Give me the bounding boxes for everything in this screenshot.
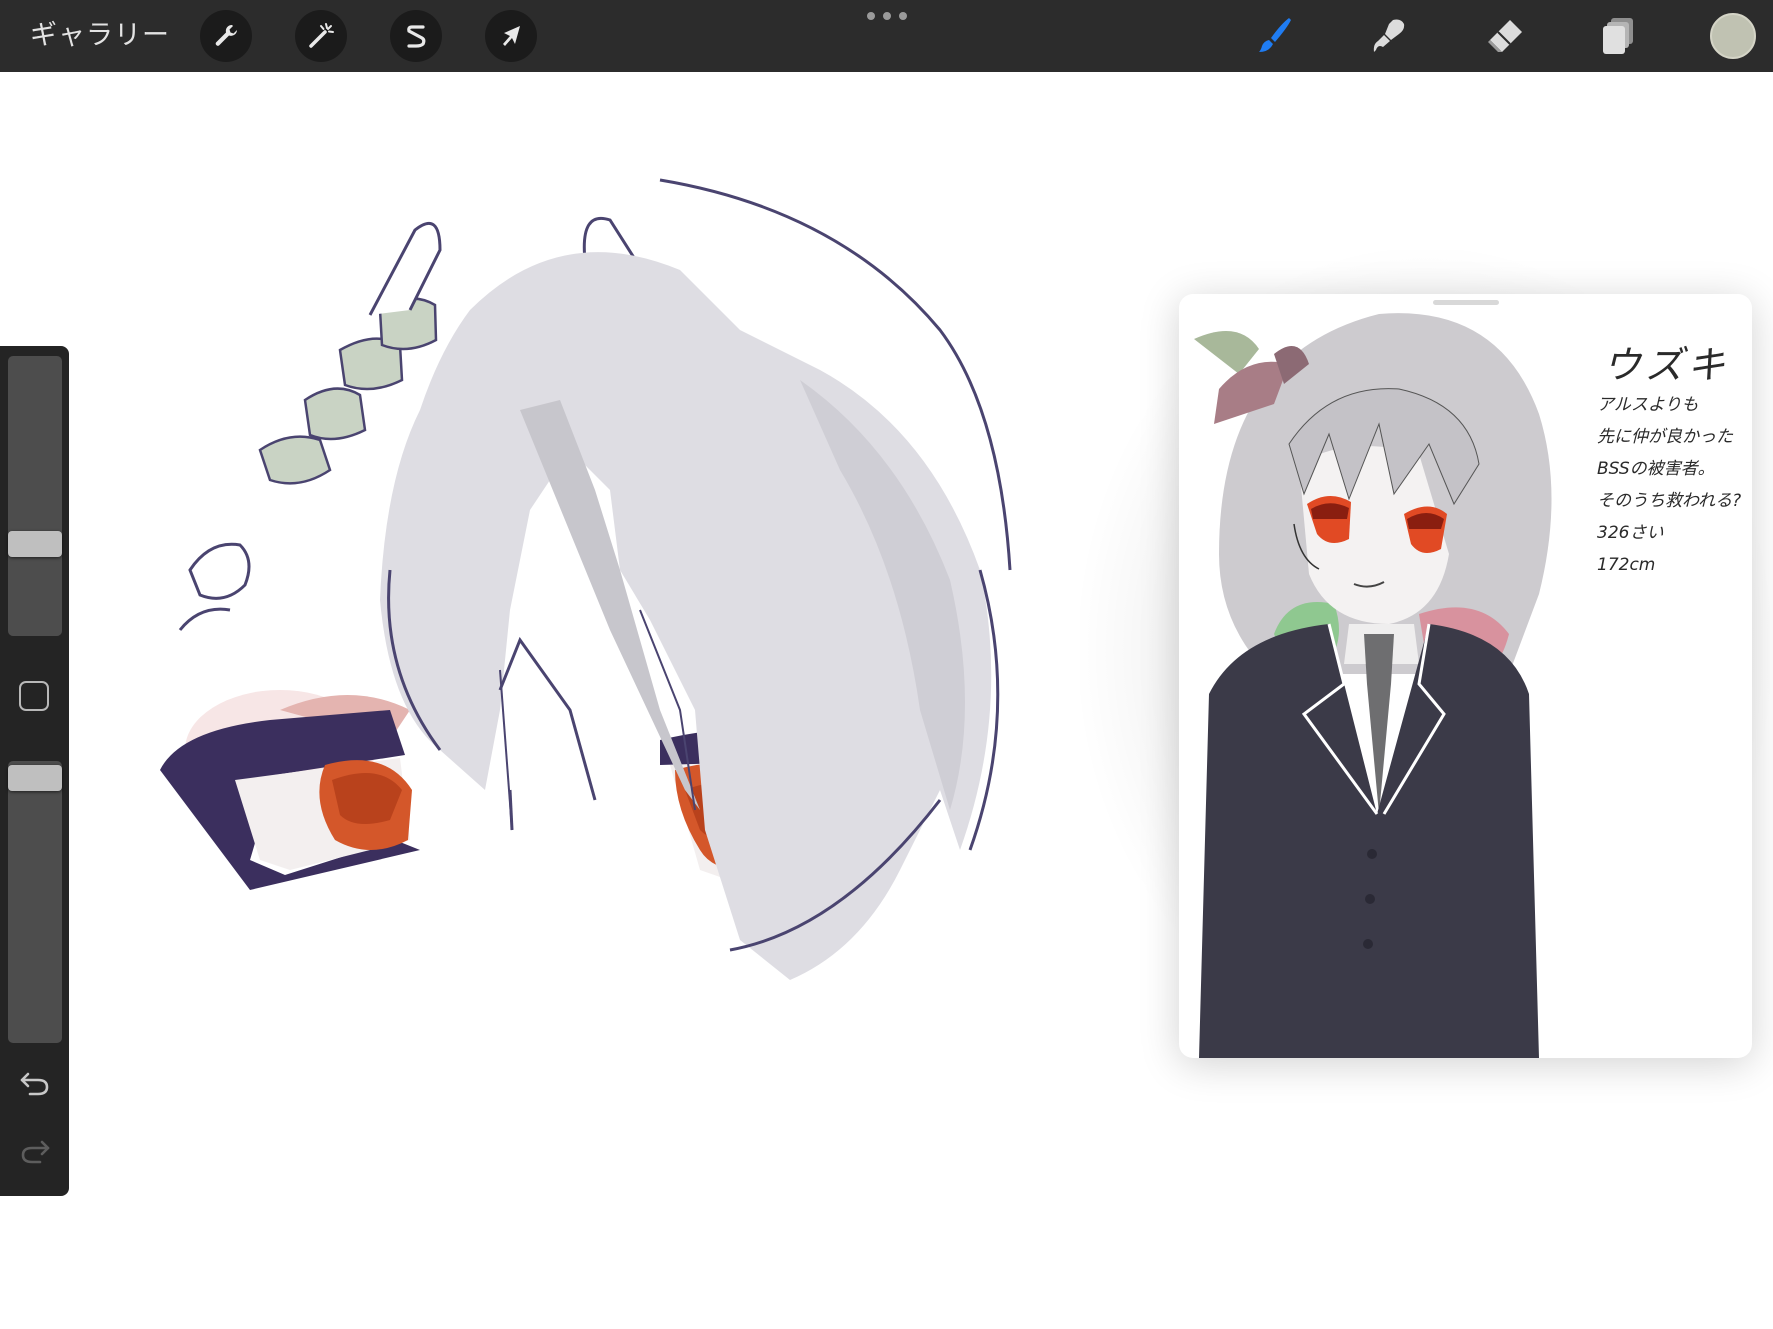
left-sidebar	[0, 346, 69, 1196]
note-line: アルスよりも	[1597, 395, 1699, 415]
left-eye	[160, 710, 420, 890]
undo-icon[interactable]	[18, 1068, 52, 1098]
reference-notes: ウズキ アルスよりも 先に仲が良かった BSSの被害者。 そのうち救われる? 3…	[1597, 334, 1747, 581]
brush-tool-button[interactable]	[1246, 10, 1300, 62]
top-toolbar: ギャラリー	[0, 0, 1773, 72]
smudge-icon	[1373, 19, 1405, 52]
color-picker-button[interactable]	[1710, 13, 1756, 59]
opacity-thumb[interactable]	[8, 765, 62, 791]
arrow-cursor-icon	[503, 26, 520, 46]
opacity-slider[interactable]	[8, 761, 62, 1043]
wrench-icon	[215, 24, 237, 46]
redo-icon[interactable]	[18, 1136, 52, 1166]
note-line: 326さい	[1597, 523, 1664, 543]
actions-button[interactable]	[200, 10, 252, 62]
dot-icon	[883, 12, 891, 20]
modify-button[interactable]	[19, 681, 49, 711]
layers-icon	[1603, 18, 1633, 54]
adjustments-button[interactable]	[295, 10, 347, 62]
character-name: ウズキ	[1603, 343, 1730, 387]
smudge-tool-button[interactable]	[1362, 10, 1416, 62]
brush-size-thumb[interactable]	[8, 531, 62, 557]
gallery-button[interactable]: ギャラリー	[30, 0, 170, 72]
eraser-icon	[1488, 20, 1522, 52]
note-line: BSSの被害者。	[1597, 459, 1715, 479]
layers-button[interactable]	[1591, 10, 1645, 62]
note-line: そのうち救われる?	[1597, 491, 1742, 511]
brush-size-slider[interactable]	[8, 356, 62, 636]
eraser-tool-button[interactable]	[1477, 10, 1531, 62]
canvas-drawing[interactable]	[140, 150, 1160, 1110]
dot-icon	[867, 12, 875, 20]
note-line: 先に仲が良かった	[1597, 427, 1733, 447]
brush-icon	[1259, 18, 1291, 52]
transform-button[interactable]	[485, 10, 537, 62]
selection-s-icon	[407, 25, 426, 48]
hair	[380, 178, 1012, 981]
magic-wand-icon	[309, 23, 334, 48]
selection-button[interactable]	[390, 10, 442, 62]
more-options-button[interactable]	[867, 10, 907, 22]
dot-icon	[899, 12, 907, 20]
reference-window[interactable]: ウズキ アルスよりも 先に仲が良かった BSSの被害者。 そのうち救われる? 3…	[1179, 294, 1752, 1058]
note-line: 172cm	[1597, 555, 1656, 575]
